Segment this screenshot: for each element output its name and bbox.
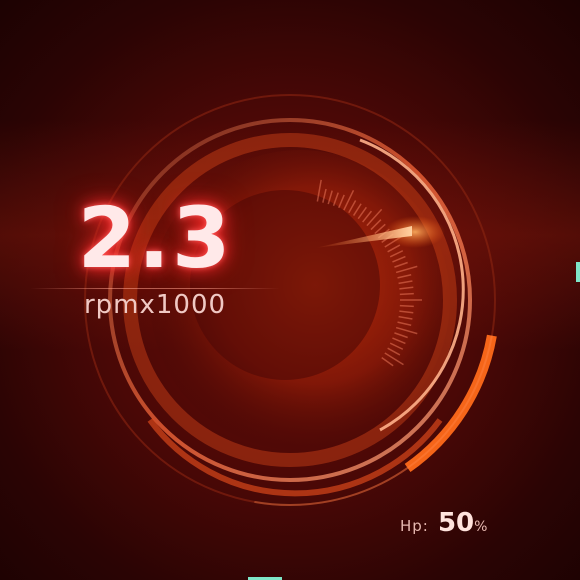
gauge-tick (399, 292, 414, 296)
readout-divider (30, 288, 280, 289)
gauge-tick (399, 304, 414, 308)
hp-label: Hp: (400, 517, 429, 535)
hp-indicator: Hp: 50% (400, 508, 550, 538)
hp-value: 50 (437, 508, 475, 538)
right-edge-marker (576, 262, 580, 282)
rpm-readout: 2.3 rpmx1000 (30, 190, 280, 320)
rpm-gauge-screen: 2.3 rpmx1000 Hp: 50% (0, 0, 580, 580)
hp-unit: % (474, 519, 488, 535)
rpm-unit: rpmx1000 (83, 290, 227, 320)
rpm-value: 2.3 (77, 189, 233, 287)
